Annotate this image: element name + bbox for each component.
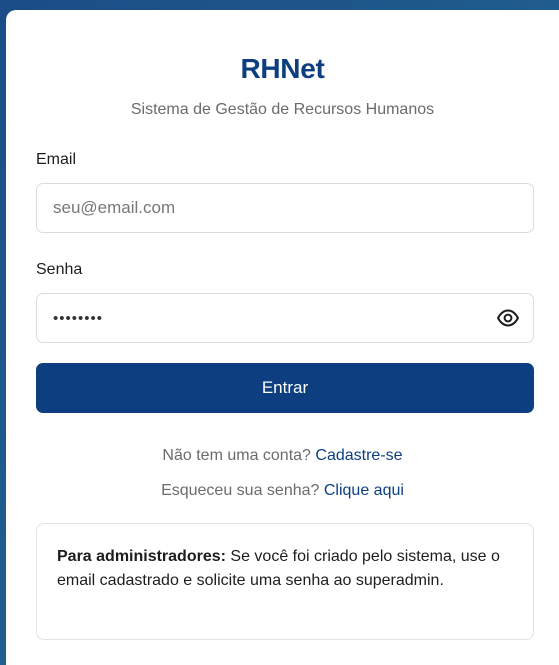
email-input[interactable] bbox=[36, 183, 534, 233]
password-input[interactable] bbox=[36, 293, 534, 343]
app-title: RHNet bbox=[240, 53, 325, 84]
admin-notice: Para administradores: Se você foi criado… bbox=[36, 523, 534, 640]
email-label: Email bbox=[36, 151, 77, 168]
eye-icon-graphic bbox=[497, 309, 519, 327]
admin-notice-heading: Para administradores: bbox=[57, 548, 226, 565]
login-button[interactable]: Entrar bbox=[36, 363, 534, 413]
forgot-password-row: Esqueceu sua senha? Clique aqui bbox=[6, 481, 559, 501]
signup-link[interactable]: Cadastre-se bbox=[315, 447, 402, 464]
signup-row: Não tem uma conta? Cadastre-se bbox=[6, 446, 559, 466]
signup-prompt: Não tem uma conta? bbox=[162, 447, 311, 464]
eye-icon[interactable] bbox=[496, 307, 520, 329]
password-label: Senha bbox=[36, 261, 83, 278]
forgot-password-link[interactable]: Clique aqui bbox=[324, 482, 404, 499]
app-subtitle: Sistema de Gestão de Recursos Humanos bbox=[130, 101, 435, 118]
login-card: RHNet Sistema de Gestão de Recursos Huma… bbox=[6, 10, 559, 665]
forgot-prompt: Esqueceu sua senha? bbox=[161, 482, 320, 499]
